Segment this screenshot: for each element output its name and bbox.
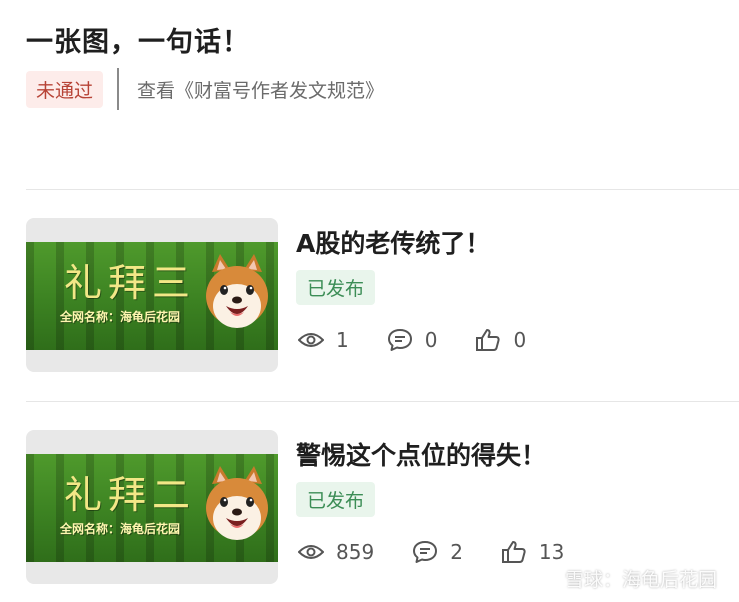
thumbs-up-icon[interactable] xyxy=(475,328,501,352)
eye-icon xyxy=(298,545,324,559)
thumbnail-subtitle: 全网名称：海龟后花园 xyxy=(60,522,181,536)
view-count: 1 xyxy=(336,328,349,352)
post-card[interactable]: 礼拜二 全网名称：海龟后花园 警惕这个点位的得失！ 已发布 859 2 13 xyxy=(26,430,739,584)
status-badge-published: 已发布 xyxy=(296,482,376,517)
view-count-stat: 859 xyxy=(298,540,374,564)
comment-count-stat[interactable]: 0 xyxy=(387,328,438,352)
thumbnail-title: 礼拜二 xyxy=(64,473,197,517)
shiba-dog-image xyxy=(206,466,268,540)
like-count: 13 xyxy=(538,540,565,564)
thumbnail-title: 礼拜三 xyxy=(64,261,197,305)
post-thumbnail[interactable]: 礼拜二 全网名称：海龟后花园 xyxy=(26,430,278,584)
view-count-stat: 1 xyxy=(298,328,349,352)
rejected-post-title[interactable]: 一张图，一句话！ xyxy=(26,20,250,59)
post-stats: 859 2 13 xyxy=(298,540,602,564)
post-thumbnail[interactable]: 礼拜三 全网名称：海龟后花园 xyxy=(26,218,278,372)
post-title[interactable]: 警惕这个点位的得失！ xyxy=(296,436,546,472)
thumbnail-subtitle: 全网名称：海龟后花园 xyxy=(60,310,181,324)
eye-icon xyxy=(298,333,324,347)
watermark: 雪球：海龟后花园 xyxy=(537,565,717,592)
shiba-dog-image xyxy=(206,254,268,328)
comment-count: 2 xyxy=(450,540,463,564)
guideline-link[interactable]: 查看《财富号作者发文规范》 xyxy=(137,76,384,103)
comment-icon[interactable] xyxy=(412,540,438,564)
comment-icon[interactable] xyxy=(387,328,413,352)
view-count: 859 xyxy=(336,540,375,564)
like-count-stat[interactable]: 0 xyxy=(475,328,526,352)
divider xyxy=(26,401,739,402)
thumbnail-banner: 礼拜二 全网名称：海龟后花园 xyxy=(26,454,278,562)
thumbnail-banner: 礼拜三 全网名称：海龟后花园 xyxy=(26,242,278,350)
divider xyxy=(26,189,739,190)
post-stats: 1 0 0 xyxy=(298,328,564,352)
status-badge-published: 已发布 xyxy=(296,270,376,305)
watermark-text: 雪球：海龟后花园 xyxy=(564,569,717,591)
like-count: 0 xyxy=(513,328,527,352)
comment-count-stat[interactable]: 2 xyxy=(412,540,463,564)
status-badge-rejected: 未通过 xyxy=(26,70,104,108)
post-title[interactable]: A股的老传统了！ xyxy=(296,224,490,260)
vertical-divider xyxy=(117,68,120,110)
status-row: 未通过 查看《财富号作者发文规范》 xyxy=(26,68,384,110)
snowball-logo-icon xyxy=(537,568,559,589)
post-card[interactable]: 礼拜三 全网名称：海龟后花园 A股的老传统了！ 已发布 1 0 0 xyxy=(26,218,739,372)
like-count-stat[interactable]: 13 xyxy=(501,540,564,564)
thumbs-up-icon[interactable] xyxy=(501,540,527,564)
comment-count: 0 xyxy=(424,328,438,352)
page: 一张图，一句话！ 未通过 查看《财富号作者发文规范》 礼拜三 全网名称：海龟后花… xyxy=(0,0,739,602)
